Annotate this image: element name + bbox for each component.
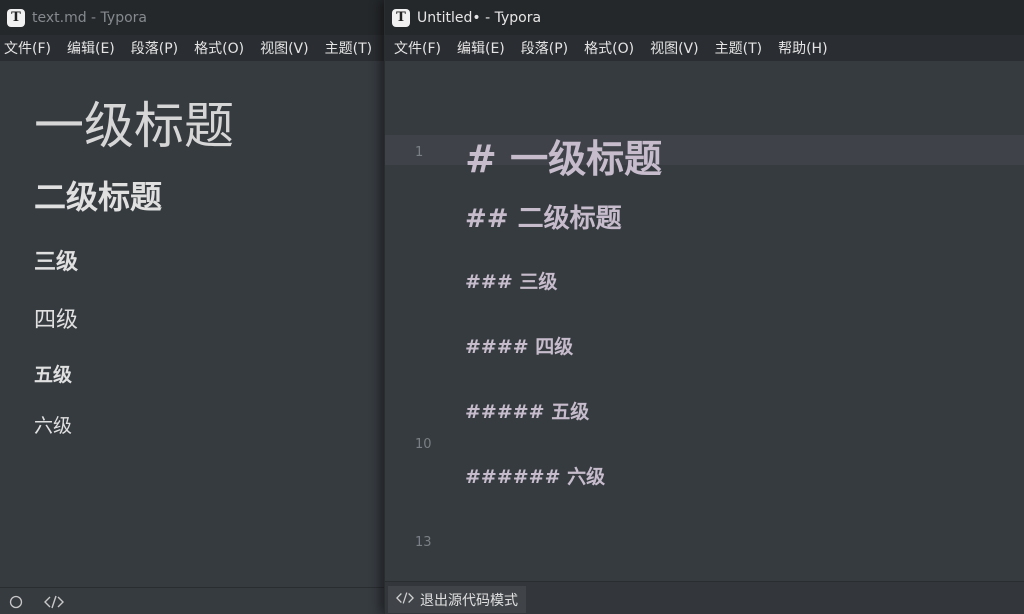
- menu-edit[interactable]: 编辑(E): [457, 38, 505, 58]
- right-menu-bar: 文件(F) 编辑(E) 段落(P) 格式(O) 视图(V) 主题(T) 帮助(H…: [385, 35, 1024, 61]
- code-icon[interactable]: [43, 592, 65, 612]
- menu-file[interactable]: 文件(F): [394, 38, 441, 58]
- menu-view[interactable]: 视图(V): [260, 38, 309, 58]
- menu-file[interactable]: 文件(F): [4, 38, 51, 58]
- exit-source-mode-button[interactable]: 退出源代码模式: [388, 586, 526, 613]
- source-line-h4[interactable]: #### 四级: [465, 332, 573, 359]
- code-icon: [396, 590, 414, 609]
- right-typora-window: T Untitled• - Typora 文件(F) 编辑(E) 段落(P) 格…: [384, 0, 1024, 614]
- heading-6[interactable]: 六级: [34, 411, 72, 438]
- heading-1[interactable]: 一级标题: [34, 86, 234, 158]
- menu-format[interactable]: 格式(O): [584, 38, 634, 58]
- menu-help[interactable]: 帮助(H): [778, 38, 827, 58]
- source-line-h1[interactable]: # 一级标题: [465, 128, 662, 183]
- menu-theme[interactable]: 主题(T): [325, 38, 372, 58]
- menu-format[interactable]: 格式(O): [194, 38, 244, 58]
- source-line-h5[interactable]: ##### 五级: [465, 397, 589, 424]
- menu-paragraph[interactable]: 段落(P): [131, 38, 178, 58]
- window-title: text.md - Typora: [32, 9, 148, 26]
- menu-view[interactable]: 视图(V): [650, 38, 699, 58]
- circle-icon[interactable]: [5, 592, 27, 612]
- typora-app-icon: T: [392, 8, 410, 27]
- right-status-bar: 退出源代码模式: [385, 581, 1024, 614]
- left-menu-bar: 文件(F) 编辑(E) 段落(P) 格式(O) 视图(V) 主题(T): [0, 35, 384, 61]
- typora-app-icon: T: [7, 8, 25, 27]
- left-title-bar[interactable]: T text.md - Typora: [0, 0, 384, 35]
- heading-4[interactable]: 四级: [34, 302, 78, 334]
- exit-source-mode-label: 退出源代码模式: [420, 592, 518, 609]
- heading-2[interactable]: 二级标题: [34, 172, 162, 218]
- left-typora-window: T text.md - Typora 文件(F) 编辑(E) 段落(P) 格式(…: [0, 0, 384, 614]
- source-line-h6[interactable]: ###### 六级: [465, 462, 605, 489]
- heading-3[interactable]: 三级: [34, 244, 78, 276]
- window-title: Untitled• - Typora: [417, 9, 542, 26]
- line-number: 1: [415, 145, 424, 160]
- menu-theme[interactable]: 主题(T): [715, 38, 762, 58]
- heading-5[interactable]: 五级: [34, 360, 72, 387]
- menu-paragraph[interactable]: 段落(P): [521, 38, 568, 58]
- source-line-h2[interactable]: ## 二级标题: [465, 198, 622, 235]
- line-number: 10: [415, 437, 432, 452]
- source-line-h3[interactable]: ### 三级: [465, 267, 557, 294]
- left-status-bar: [0, 587, 384, 614]
- line-number: 13: [415, 535, 432, 550]
- right-title-bar[interactable]: T Untitled• - Typora: [385, 0, 1024, 35]
- menu-edit[interactable]: 编辑(E): [67, 38, 115, 58]
